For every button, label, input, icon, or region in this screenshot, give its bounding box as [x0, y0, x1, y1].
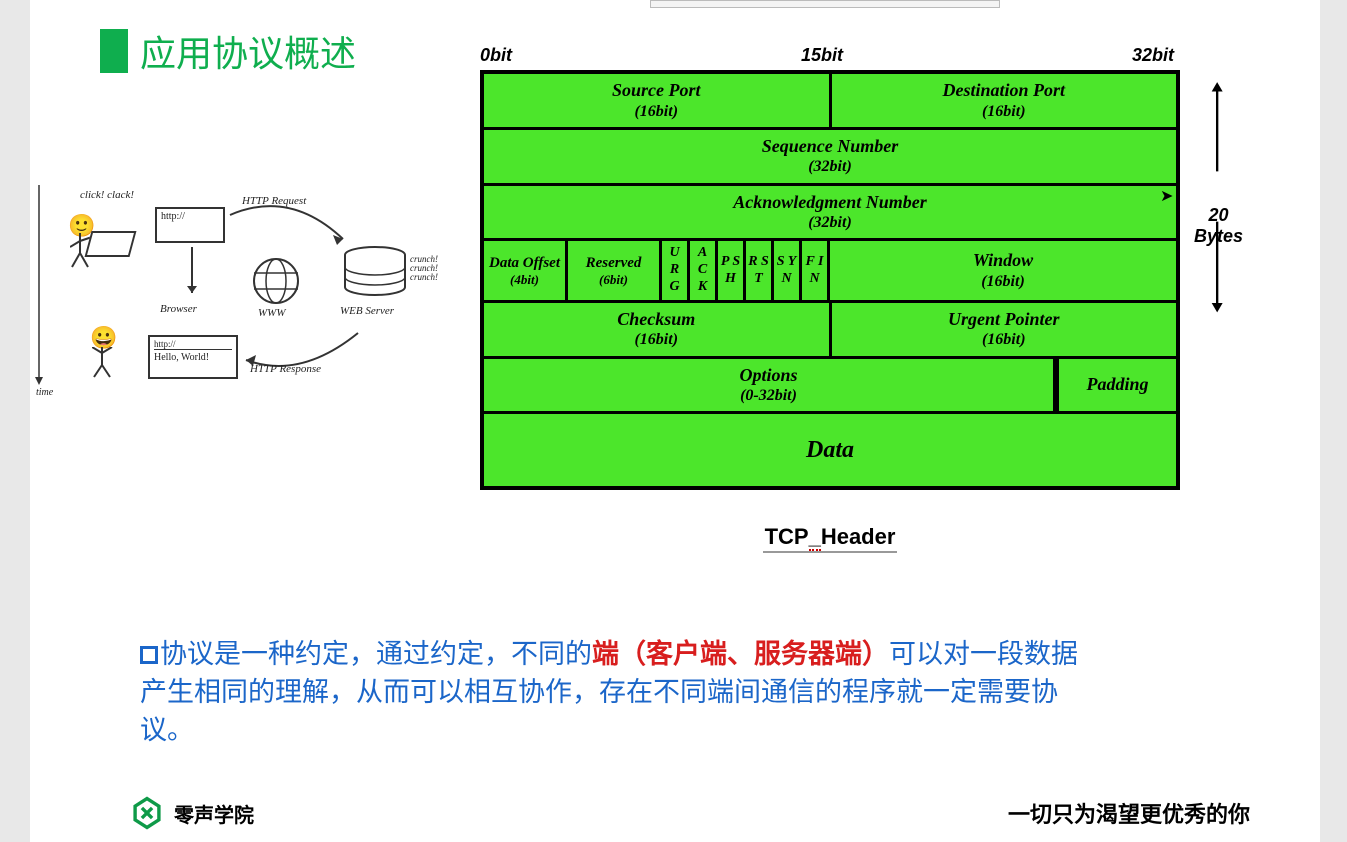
label: U R G [664, 245, 685, 295]
label: Data Offset [488, 254, 561, 272]
browser-box-top: http:// [155, 207, 225, 243]
label: A C K [692, 245, 713, 295]
size-arrows-icon [1195, 79, 1255, 314]
decorative-bar [650, 0, 1000, 8]
tcp-options: Options (0-32bit) [484, 359, 1056, 412]
down-arrow-icon [184, 247, 204, 301]
tcp-padding: Padding [1056, 359, 1176, 412]
tcp-row-data: Data [484, 411, 1176, 486]
label: Window [834, 250, 1172, 272]
label: S Y N [776, 254, 797, 288]
sublabel: (6bit) [572, 272, 655, 288]
tcp-dest-port: Destination Port (16bit) [832, 74, 1177, 127]
footer-brand: 零声学院 [174, 799, 254, 828]
tcp-table: Source Port (16bit) Destination Port (16… [480, 70, 1180, 490]
label: Acknowledgment Number [488, 192, 1172, 214]
label: Urgent Pointer [836, 309, 1173, 331]
browser-label: Browser [160, 303, 197, 315]
bit-label-32: 32bit [1132, 45, 1174, 66]
desc-part1: 协议是一种约定，通过约定，不同的 [160, 639, 592, 669]
label: Data [488, 436, 1172, 465]
webserver-label: WEB Server [340, 305, 394, 317]
crunch-label: crunch! crunch! crunch! [410, 255, 440, 282]
browser-box-bottom: http:// Hello, World! [148, 335, 238, 379]
bit-labels-row: 0bit 15bit 32bit [480, 45, 1180, 66]
stick-figure2-icon [92, 347, 122, 381]
tcp-flag-syn: S Y N [774, 241, 802, 299]
http-label-2: http:// [154, 339, 232, 350]
footer: 零声学院 一切只为渴望更优秀的你 [130, 796, 1250, 830]
sublabel: (16bit) [836, 330, 1173, 349]
sublabel: (16bit) [488, 102, 825, 121]
request-label: HTTP Request [242, 195, 306, 207]
tcp-flag-psh: P S H [718, 241, 746, 299]
tcp-row-seq: Sequence Number (32bit) [484, 127, 1176, 183]
tcp-window: Window (16bit) [830, 241, 1176, 299]
sublabel: (32bit) [488, 213, 1172, 232]
desc-emphasis: 端（客户端、服务器端） [592, 639, 889, 669]
label: 20 Bytes [1194, 205, 1243, 247]
globe-icon [250, 255, 302, 307]
label: Sequence Number [488, 136, 1172, 158]
tcp-row-flags: Data Offset (4bit) Reserved (6bit) U R G… [484, 238, 1176, 299]
time-axis-icon [32, 185, 46, 395]
title-accent [100, 29, 128, 73]
tcp-row-ack: Acknowledgment Number (32bit) [484, 183, 1176, 239]
label: R S T [748, 254, 769, 288]
tcp-source-port: Source Port (16bit) [484, 74, 832, 127]
label: Reserved [572, 254, 655, 272]
sublabel: (16bit) [836, 102, 1173, 121]
hello-label: Hello, World! [154, 352, 209, 363]
bullet-icon [140, 646, 158, 664]
slide-page: 应用协议概述 click! clack! 🙂 http:// HTTP Requ… [30, 0, 1320, 842]
label: F I N [804, 254, 825, 288]
sublabel: (16bit) [834, 272, 1172, 291]
www-label: WWW [258, 307, 286, 319]
tcp-sequence-number: Sequence Number (32bit) [484, 130, 1176, 183]
label: Checksum [488, 309, 825, 331]
label: Options [488, 365, 1049, 387]
laptop-icon [85, 231, 137, 257]
bit-label-0: 0bit [480, 45, 512, 66]
label: Padding [1063, 374, 1172, 396]
description-paragraph: 协议是一种约定，通过约定，不同的端（客户端、服务器端）可以对一段数据产生相同的理… [140, 636, 1080, 749]
tcp-row-checksum: Checksum (16bit) Urgent Pointer (16bit) [484, 300, 1176, 356]
tcp-data: Data [484, 414, 1176, 486]
footer-slogan: 一切只为渴望更优秀的你 [1008, 797, 1250, 829]
tcp-caption: TCP_Header [460, 524, 1200, 553]
http-label: http:// [161, 211, 185, 222]
response-arrow-icon [240, 325, 370, 385]
tcp-flag-rst: R S T [746, 241, 774, 299]
response-label: HTTP Response [250, 363, 321, 375]
tcp-flag-urg: U R G [662, 241, 690, 299]
tcp-flag-fin: F I N [802, 241, 830, 299]
tcp-data-offset: Data Offset (4bit) [484, 241, 568, 299]
tcp-flag-ack: A C K [690, 241, 718, 299]
label: P S H [720, 254, 741, 288]
tcp-urgent-pointer: Urgent Pointer (16bit) [832, 303, 1177, 356]
tcp-reserved: Reserved (6bit) [568, 241, 662, 299]
label: Destination Port [836, 80, 1173, 102]
tcp-header-diagram: 0bit 15bit 32bit Source Port (16bit) Des… [460, 45, 1230, 553]
logo-icon [130, 796, 164, 830]
page-title: 应用协议概述 [140, 25, 356, 77]
sketch-click-label: click! clack! [80, 189, 134, 201]
server-icon [340, 245, 410, 303]
time-label: time [36, 387, 53, 398]
label: Source Port [488, 80, 825, 102]
bytes-label: 20 Bytes [1194, 205, 1243, 247]
sublabel: (32bit) [488, 157, 1172, 176]
caption-text: TCP_Header [763, 524, 898, 553]
tcp-row-ports: Source Port (16bit) Destination Port (16… [484, 74, 1176, 127]
bit-label-15: 15bit [801, 45, 843, 66]
tcp-ack-number: Acknowledgment Number (32bit) [484, 186, 1176, 239]
footer-left: 零声学院 [130, 796, 254, 830]
http-sketch: click! clack! 🙂 http:// HTTP Request Bro… [40, 195, 440, 395]
tcp-row-options: Options (0-32bit) Padding [484, 356, 1176, 412]
sublabel: (0-32bit) [488, 386, 1049, 405]
sublabel: (16bit) [488, 330, 825, 349]
tcp-checksum: Checksum (16bit) [484, 303, 832, 356]
sublabel: (4bit) [488, 272, 561, 288]
